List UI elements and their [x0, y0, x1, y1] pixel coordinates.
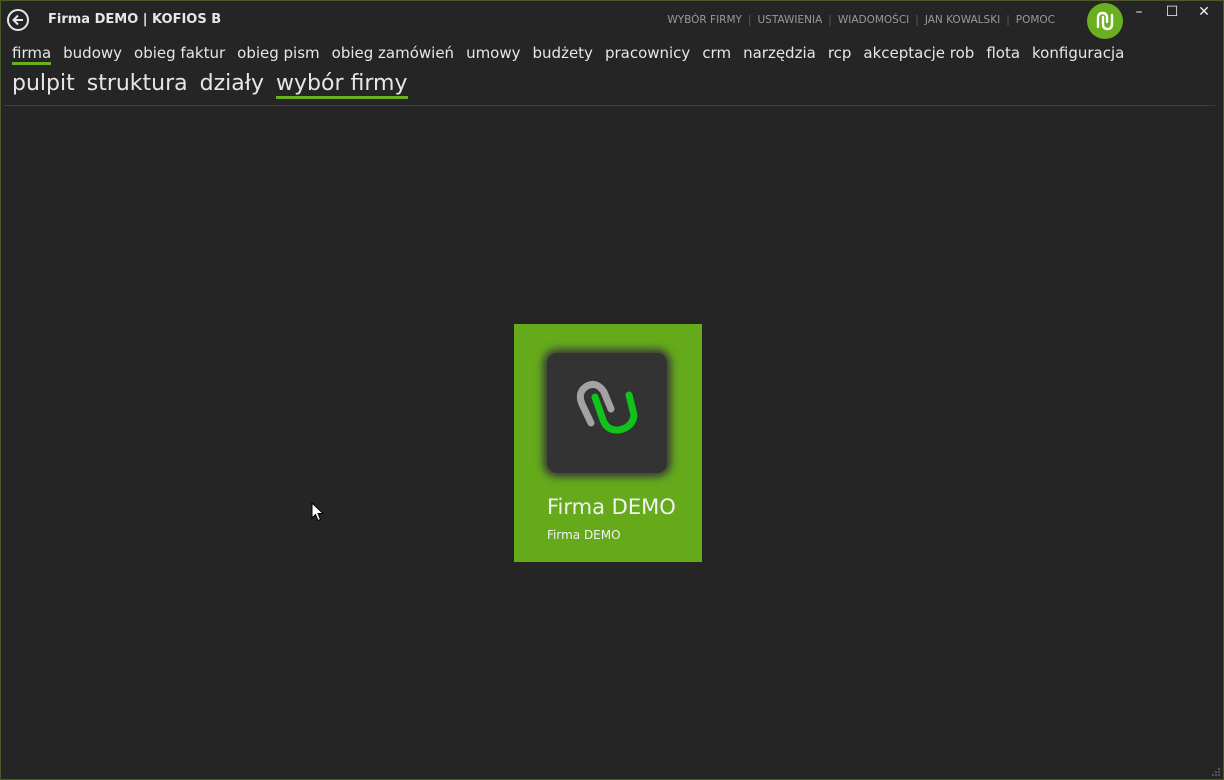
company-tile[interactable]: Firma DEMO Firma DEMO — [514, 324, 702, 562]
tab-wybor-firmy[interactable]: wybór firmy — [276, 71, 408, 99]
menu-item-rcp[interactable]: rcp — [828, 44, 852, 65]
menu-item-narzedzia[interactable]: narzędzia — [743, 44, 816, 65]
menu-item-budzety[interactable]: budżety — [533, 44, 593, 65]
mouse-cursor-icon — [311, 502, 325, 522]
menu-item-umowy[interactable]: umowy — [466, 44, 520, 65]
window-title: Firma DEMO | KOFIOS B — [48, 12, 222, 27]
minimize-button[interactable]: – — [1130, 4, 1148, 20]
company-subtitle: Firma DEMO — [547, 528, 621, 542]
arrow-left-icon — [12, 14, 23, 26]
tab-dzialy[interactable]: działy — [200, 71, 264, 99]
resize-grip-icon[interactable] — [1211, 767, 1221, 777]
top-link-ustawienia[interactable]: USTAWIENIA — [757, 14, 822, 26]
menu-item-obieg-faktur[interactable]: obieg faktur — [134, 44, 225, 65]
menu-item-akceptacje-rob[interactable]: akceptacje rob — [863, 44, 974, 65]
top-link-wybor-firmy[interactable]: WYBÓR FIRMY — [667, 14, 742, 26]
separator: | — [747, 14, 752, 26]
separator: | — [1006, 14, 1010, 26]
menu-item-konfiguracja[interactable]: konfiguracja — [1032, 44, 1124, 65]
top-link-wiadomosci[interactable]: WIADOMOŚCI — [838, 14, 909, 26]
app-logo-button[interactable] — [1087, 3, 1123, 39]
tab-struktura[interactable]: struktura — [87, 71, 188, 99]
tab-pulpit[interactable]: pulpit — [12, 71, 75, 99]
maximize-button[interactable]: ☐ — [1163, 4, 1181, 20]
top-links-bar: WYBÓR FIRMY | USTAWIENIA | WIADOMOŚCI | … — [667, 14, 1055, 26]
menu-item-obieg-zamowien[interactable]: obieg zamówień — [332, 44, 454, 65]
menu-item-budowy[interactable]: budowy — [63, 44, 122, 65]
sub-menu: pulpit struktura działy wybór firmy — [12, 71, 420, 99]
company-logo — [547, 353, 667, 473]
close-button[interactable]: ✕ — [1195, 4, 1213, 20]
separator: | — [915, 14, 919, 26]
menu-item-pracownicy[interactable]: pracownicy — [605, 44, 690, 65]
menu-item-crm[interactable]: crm — [702, 44, 731, 65]
kofios-logo-icon — [576, 381, 638, 434]
company-name: Firma DEMO — [547, 495, 676, 519]
back-button[interactable] — [7, 9, 29, 31]
menu-item-firma[interactable]: firma — [12, 44, 52, 65]
kofios-logo-icon — [1096, 11, 1114, 31]
separator: | — [828, 14, 832, 26]
menu-item-obieg-pism[interactable]: obieg pism — [237, 44, 320, 65]
top-link-user[interactable]: JAN KOWALSKI — [925, 14, 1000, 26]
menu-item-flota[interactable]: flota — [986, 44, 1020, 65]
header-divider — [4, 105, 1215, 106]
top-link-pomoc[interactable]: POMOC — [1016, 14, 1055, 26]
main-menu: firma budowy obieg faktur obieg pism obi… — [12, 44, 1136, 65]
app-window: Firma DEMO | KOFIOS B WYBÓR FIRMY | USTA… — [0, 0, 1224, 780]
